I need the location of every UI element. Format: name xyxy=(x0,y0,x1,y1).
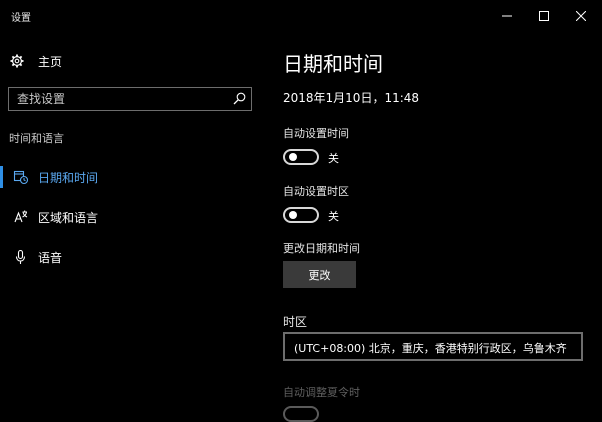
dst-label: 自动调整夏令时 xyxy=(283,386,360,399)
minimize-icon xyxy=(502,15,512,17)
auto-time-toggle[interactable] xyxy=(283,149,319,165)
main-content: 日期和时间 2018年1月10日，11:48 自动设置时间 关 自动设置时区 关… xyxy=(283,32,602,422)
sidebar-item-speech[interactable]: 语音 xyxy=(0,244,260,270)
language-icon xyxy=(14,210,28,223)
microphone-icon xyxy=(15,249,26,264)
active-indicator xyxy=(0,166,3,188)
auto-timezone-label: 自动设置时区 xyxy=(283,185,349,198)
sidebar-home-label: 主页 xyxy=(38,54,63,69)
title-bar: 设置 xyxy=(0,0,602,32)
timezone-value: (UTC+08:00) 北京，重庆，香港特别行政区，乌鲁木齐 xyxy=(294,342,567,355)
sidebar-item-region-language[interactable]: 区域和语言 xyxy=(0,204,260,230)
auto-timezone-toggle[interactable] xyxy=(283,207,319,223)
page-title: 日期和时间 xyxy=(283,52,383,76)
window-title: 设置 xyxy=(11,13,31,24)
close-icon xyxy=(576,11,586,21)
toggle-knob xyxy=(289,211,297,219)
section-heading: 时间和语言 xyxy=(9,132,64,145)
timezone-label: 时区 xyxy=(283,315,308,329)
dst-toggle[interactable] xyxy=(283,406,319,422)
search-icon[interactable] xyxy=(233,92,246,105)
minimize-button[interactable] xyxy=(493,6,521,26)
calendar-clock-icon xyxy=(13,170,29,185)
current-datetime: 2018年1月10日，11:48 xyxy=(283,91,420,105)
auto-timezone-state: 关 xyxy=(328,210,339,223)
toggle-knob xyxy=(289,153,297,161)
sidebar-item-label: 语音 xyxy=(38,251,63,265)
change-button[interactable]: 更改 xyxy=(283,261,356,288)
sidebar: 主页 时间和语言 日期和时间 区域和语言 语音 xyxy=(0,32,260,411)
gear-icon xyxy=(10,54,24,68)
timezone-select[interactable]: (UTC+08:00) 北京，重庆，香港特别行政区，乌鲁木齐 xyxy=(283,332,583,361)
maximize-icon xyxy=(539,11,549,21)
auto-time-state: 关 xyxy=(328,152,339,165)
search-input[interactable] xyxy=(9,88,232,110)
search-box[interactable] xyxy=(8,87,252,111)
sidebar-home[interactable]: 主页 xyxy=(10,52,62,70)
close-button[interactable] xyxy=(567,6,595,26)
sidebar-item-label: 区域和语言 xyxy=(38,211,99,225)
maximize-button[interactable] xyxy=(530,6,558,26)
auto-time-label: 自动设置时间 xyxy=(283,127,349,140)
change-datetime-label: 更改日期和时间 xyxy=(283,242,360,255)
sidebar-item-date-time[interactable]: 日期和时间 xyxy=(0,164,260,190)
sidebar-item-label: 日期和时间 xyxy=(38,171,99,185)
